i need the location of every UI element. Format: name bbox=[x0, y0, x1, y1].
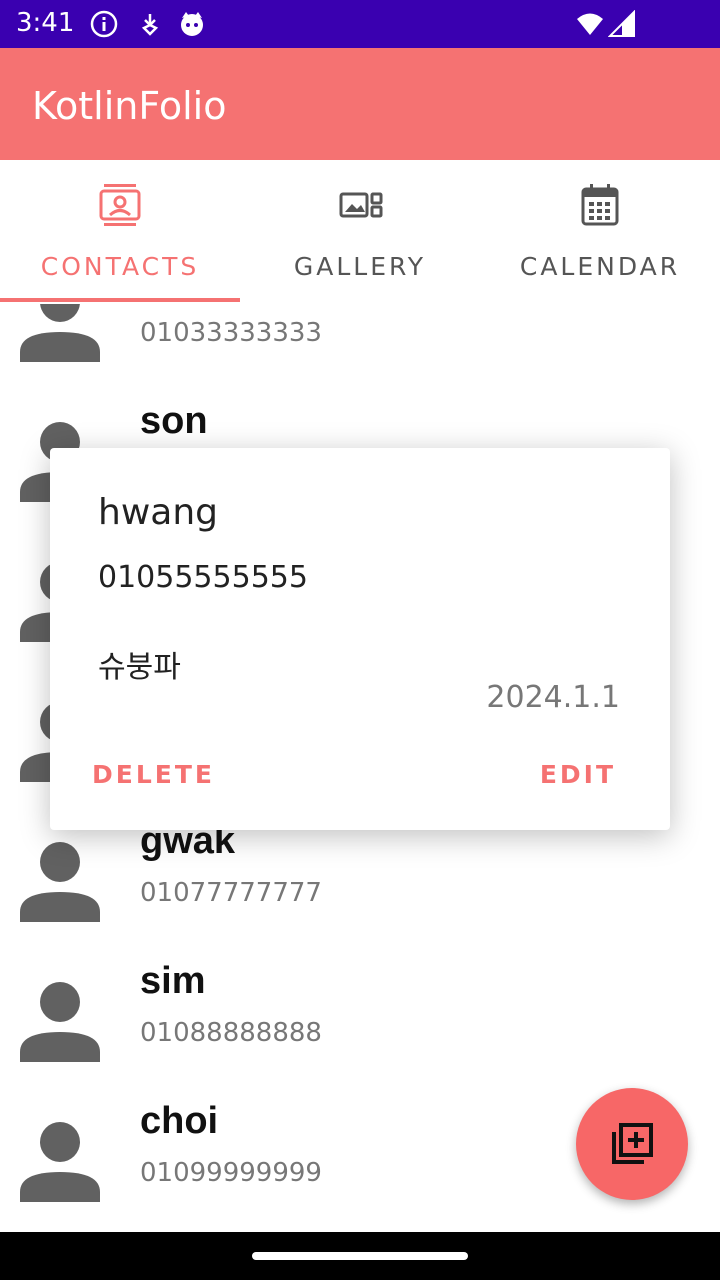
cat-icon bbox=[181, 12, 203, 36]
contact-row[interactable]: park 01033333333 bbox=[0, 304, 720, 422]
person-icon bbox=[20, 982, 100, 1062]
tab-bar: CONTACTS GALLERY CALENDAR bbox=[0, 160, 720, 304]
person-icon bbox=[20, 842, 100, 922]
signal-icon bbox=[608, 10, 635, 37]
dialog-contact-phone: 01055555555 bbox=[98, 560, 308, 595]
status-bar: 3:41 bbox=[0, 0, 720, 48]
app-bar: KotlinFolio bbox=[0, 48, 720, 160]
contact-name: choi bbox=[140, 1100, 219, 1142]
person-icon bbox=[20, 304, 100, 362]
contact-name: sim bbox=[140, 960, 206, 1002]
tab-contacts[interactable]: CONTACTS bbox=[0, 160, 240, 304]
dialog-memo: 슈붕파 bbox=[98, 650, 181, 685]
wifi-icon bbox=[577, 13, 603, 35]
status-time: 3:41 bbox=[16, 8, 75, 38]
contact-name: son bbox=[140, 400, 208, 442]
dialog-date: 2024.1.1 bbox=[486, 680, 620, 715]
edit-button[interactable]: EDIT bbox=[540, 760, 616, 789]
calendar-icon bbox=[581, 184, 619, 226]
tab-label: CALENDAR bbox=[519, 252, 681, 281]
contacts-icon bbox=[99, 184, 141, 226]
tab-label: CONTACTS bbox=[40, 252, 200, 281]
contact-phone: 01099999999 bbox=[140, 1158, 322, 1188]
tab-calendar[interactable]: CALENDAR bbox=[480, 160, 720, 304]
delete-button[interactable]: DELETE bbox=[92, 760, 215, 789]
tab-gallery[interactable]: GALLERY bbox=[240, 160, 480, 304]
gallery-icon bbox=[339, 192, 383, 218]
home-gesture-handle[interactable] bbox=[252, 1252, 468, 1260]
dialog-contact-name: hwang bbox=[98, 492, 218, 533]
contact-phone: 01088888888 bbox=[140, 1018, 322, 1048]
add-contact-button[interactable] bbox=[576, 1088, 688, 1200]
contact-detail-dialog: hwang 01055555555 슈붕파 2024.1.1 DELETE ED… bbox=[50, 448, 670, 830]
download-icon bbox=[141, 14, 159, 36]
person-icon bbox=[20, 1122, 100, 1202]
tab-label: GALLERY bbox=[293, 252, 427, 281]
add-to-collection-icon bbox=[612, 1123, 653, 1164]
contact-row[interactable]: gwak 01077777777 bbox=[0, 820, 720, 982]
contact-phone: 01033333333 bbox=[140, 318, 322, 348]
contact-phone: 01077777777 bbox=[140, 878, 322, 908]
app-title: KotlinFolio bbox=[32, 84, 227, 128]
navigation-bar bbox=[0, 1232, 720, 1280]
info-icon bbox=[90, 10, 118, 38]
tab-indicator bbox=[0, 298, 240, 302]
